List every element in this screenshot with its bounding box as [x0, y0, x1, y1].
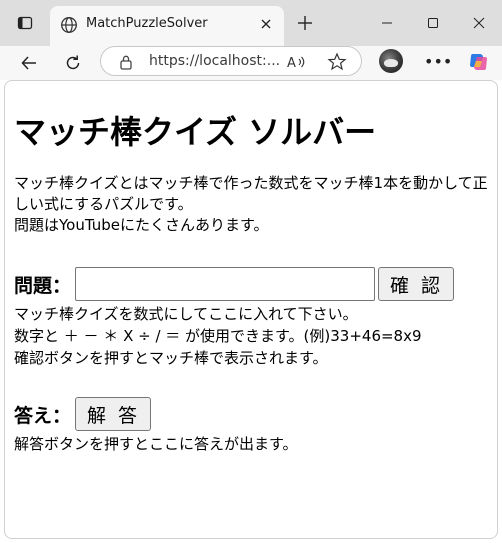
- new-tab-icon[interactable]: [294, 12, 316, 34]
- close-window-button[interactable]: [456, 0, 502, 46]
- intro-text: マッチ棒クイズとはマッチ棒で作った数式をマッチ棒1本を動かして正しい式にするパズ…: [14, 173, 492, 236]
- globe-icon: [61, 17, 77, 33]
- question-help-line-3: 確認ボタンを押すとマッチ棒で表示されます。: [14, 349, 328, 367]
- copilot-icon[interactable]: [467, 50, 491, 74]
- answer-help-line: 解答ボタンを押すとここに答えが出ます。: [14, 435, 298, 453]
- maximize-icon: [428, 18, 438, 28]
- answer-label: 答え：: [14, 404, 72, 427]
- intro-line-2: 問題はYouTubeにたくさんあります。: [14, 216, 269, 234]
- profile-avatar[interactable]: [379, 49, 403, 73]
- answer-row: 答え： 解答: [14, 397, 152, 431]
- question-label: 問題：: [14, 274, 72, 297]
- favorite-star-icon[interactable]: [327, 52, 347, 72]
- tab-title: MatchPuzzleSolver: [86, 16, 208, 31]
- tab-actions-icon: [17, 16, 33, 30]
- back-button[interactable]: [16, 50, 42, 76]
- more-options-icon[interactable]: •••: [424, 51, 452, 73]
- close-icon: [473, 17, 485, 29]
- minimize-button[interactable]: [364, 0, 410, 46]
- confirm-button[interactable]: 確認: [378, 267, 455, 301]
- browser-toolbar: https://localhost:... A •••: [0, 46, 502, 80]
- reload-icon: [66, 55, 80, 70]
- browser-tab[interactable]: MatchPuzzleSolver: [50, 6, 284, 46]
- minimize-icon: [382, 22, 392, 24]
- address-bar[interactable]: https://localhost:... A: [100, 46, 362, 76]
- intro-line-1: マッチ棒クイズとはマッチ棒で作った数式をマッチ棒1本を動かして正しい式にするパズ…: [14, 174, 488, 213]
- question-input[interactable]: [75, 267, 376, 301]
- question-row: 問題： 確認: [14, 267, 455, 301]
- svg-text:A: A: [287, 56, 296, 71]
- tab-actions-button[interactable]: [0, 0, 50, 46]
- url-text: https://localhost:...: [149, 53, 281, 69]
- answer-button[interactable]: 解答: [75, 397, 152, 431]
- back-arrow-icon: [21, 56, 36, 70]
- answer-help: 解答ボタンを押すとここに答えが出ます。: [14, 433, 492, 455]
- question-help: マッチ棒クイズを数式にしてここに入れて下さい。 数字と ＋ － ＊ X ÷ / …: [14, 303, 492, 369]
- read-aloud-icon[interactable]: A: [287, 53, 307, 71]
- close-tab-icon[interactable]: [258, 16, 274, 32]
- page-viewport: マッチ棒クイズ ソルバー マッチ棒クイズとはマッチ棒で作った数式をマッチ棒1本を…: [4, 80, 498, 539]
- lock-icon[interactable]: [119, 54, 133, 70]
- tab-bar: MatchPuzzleSolver: [0, 0, 502, 46]
- reload-button[interactable]: [60, 50, 86, 76]
- question-help-line-1: マッチ棒クイズを数式にしてここに入れて下さい。: [14, 305, 358, 323]
- maximize-button[interactable]: [410, 0, 456, 46]
- question-help-line-2: 数字と ＋ － ＊ X ÷ / ＝ が使用できます。(例)33+46=8x9: [14, 327, 422, 345]
- page-title: マッチ棒クイズ ソルバー: [14, 113, 377, 151]
